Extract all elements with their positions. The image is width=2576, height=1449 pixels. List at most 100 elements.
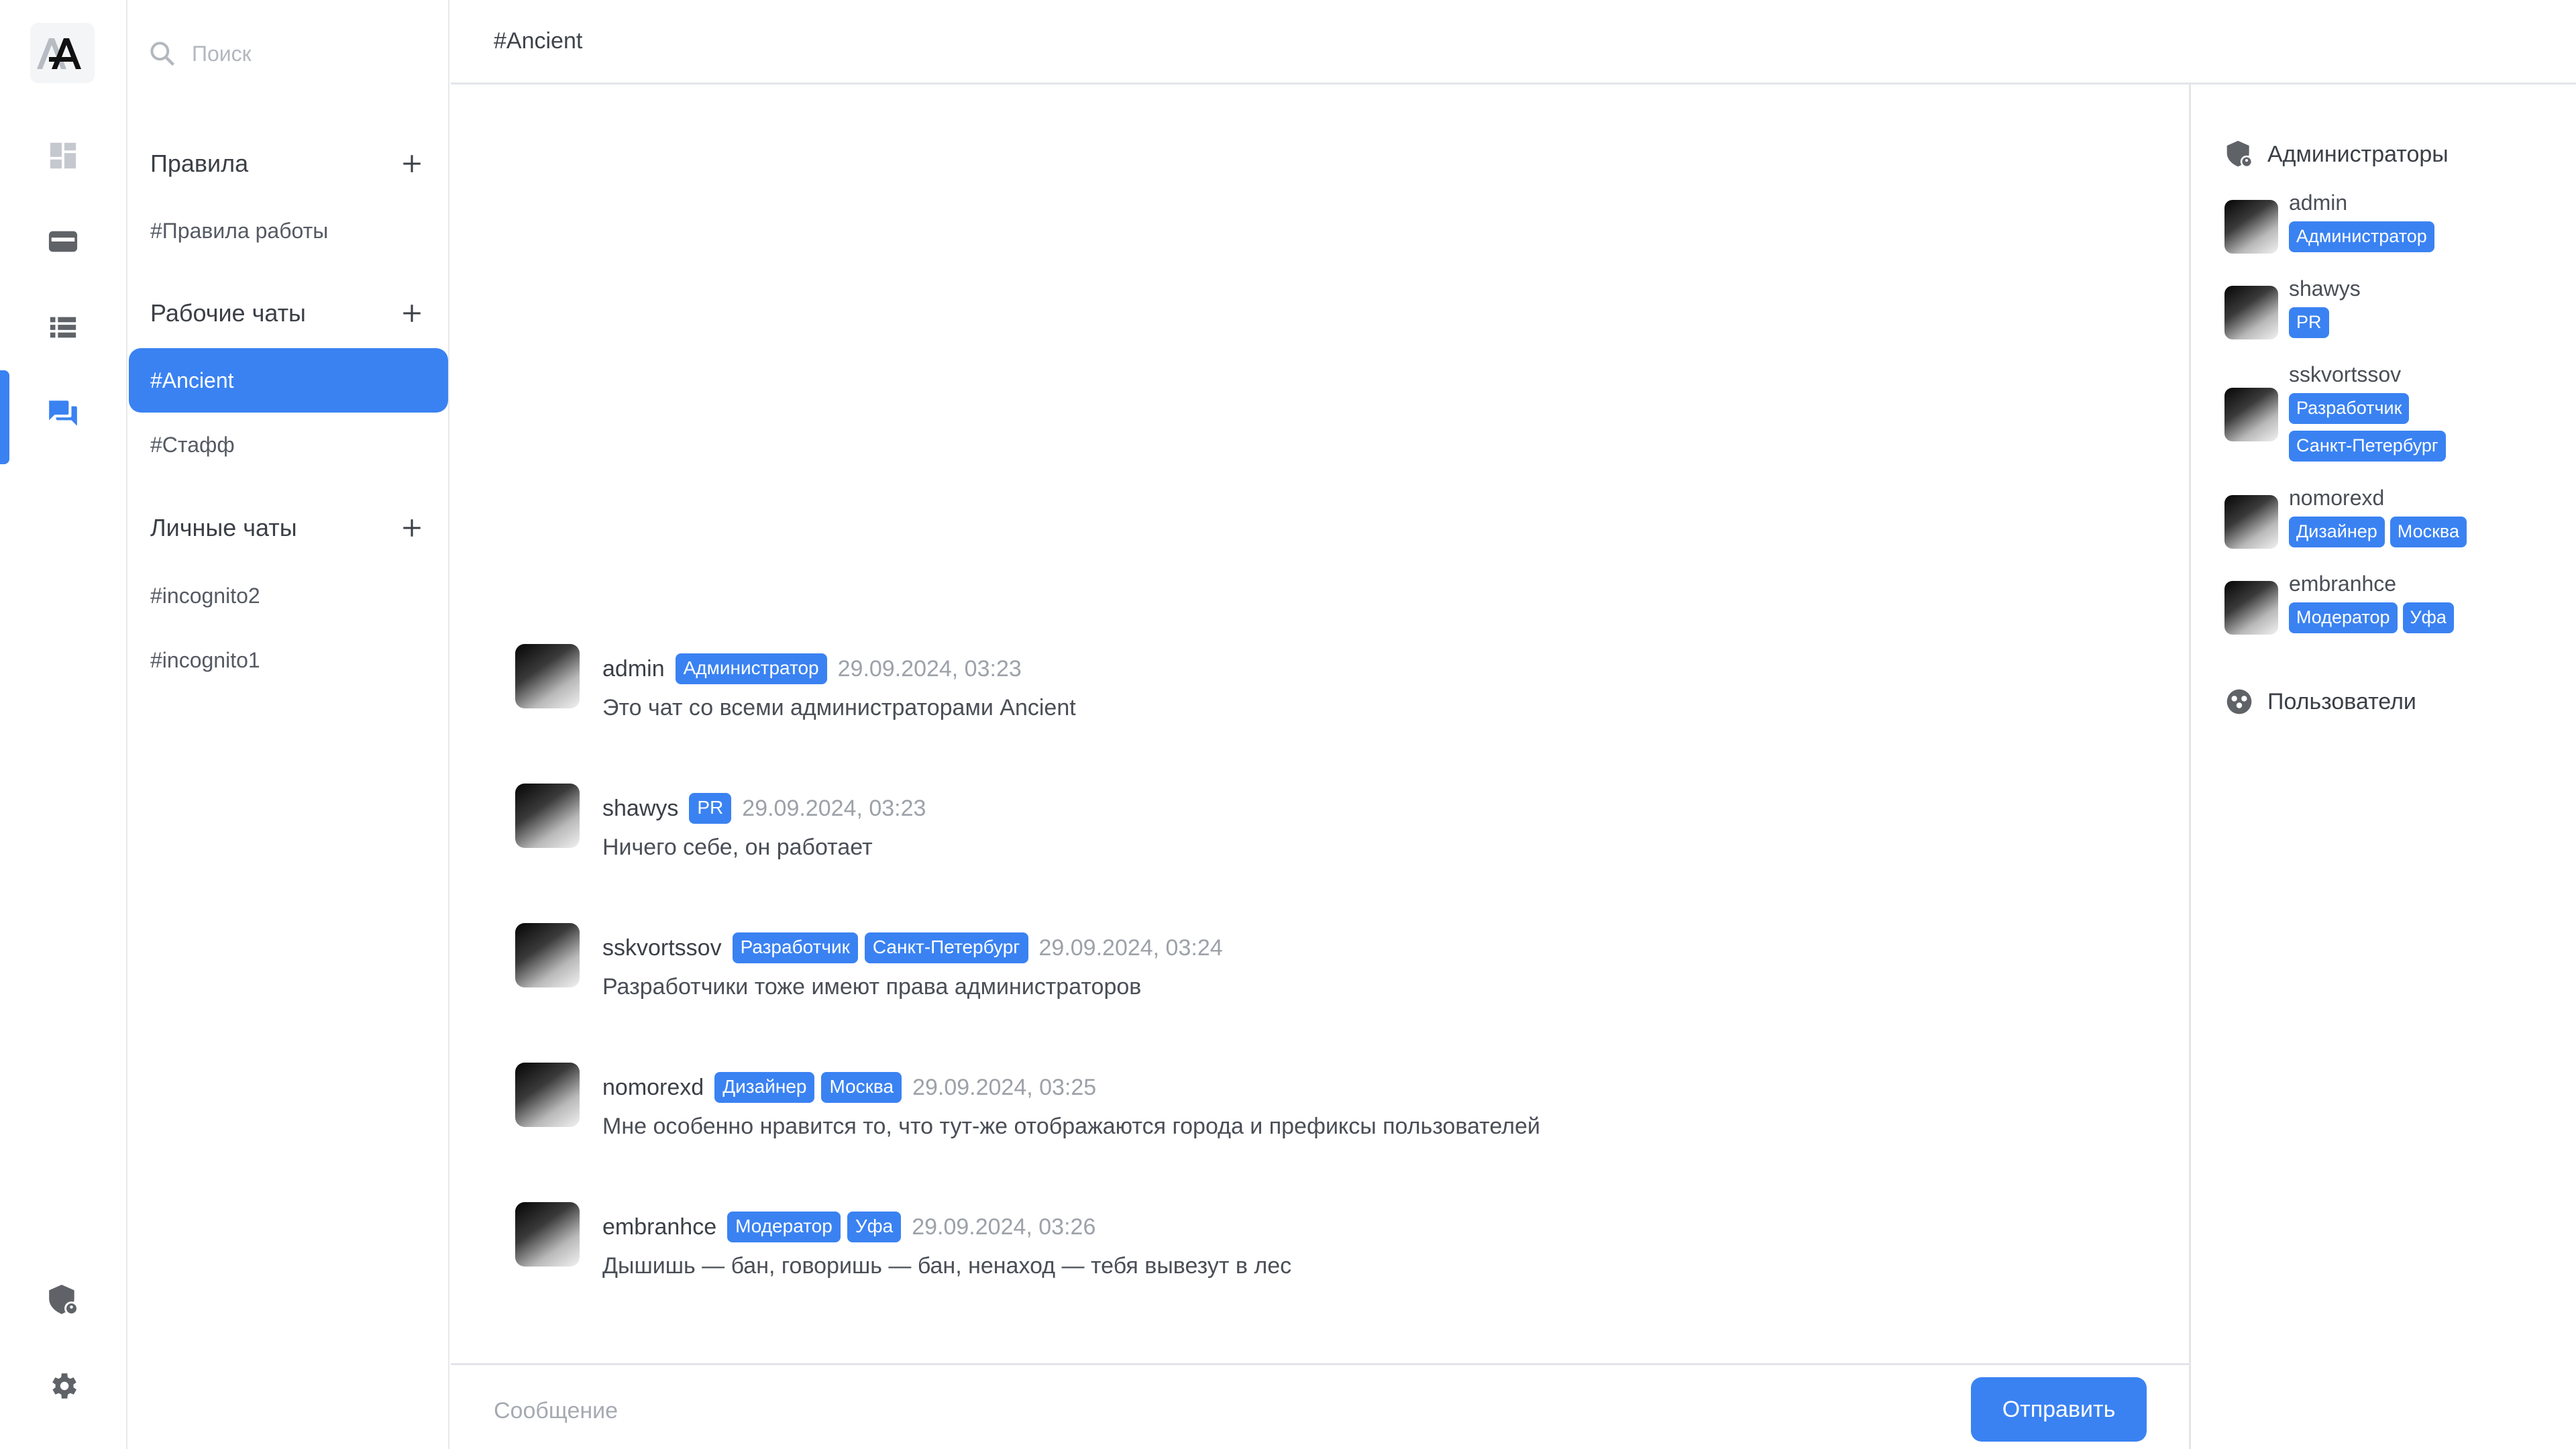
message-header: sskvortssov Разработчик Санкт-Петербург …: [602, 930, 1223, 966]
list-icon: [50, 317, 76, 338]
channel-item[interactable]: #Стафф: [129, 413, 448, 477]
plus-icon: [403, 305, 421, 322]
member-badges: Дизайнер Москва: [2289, 517, 2557, 547]
member-item[interactable]: admin Администратор: [2224, 191, 2560, 270]
city-badge: Уфа: [847, 1212, 902, 1242]
add-channel-button[interactable]: [392, 144, 432, 184]
member-item[interactable]: nomorexd Дизайнер Москва: [2224, 486, 2560, 565]
admin-shield-icon: [2226, 140, 2253, 168]
section-header-private-chats: Личные чаты: [150, 504, 432, 551]
role-badge: Администратор: [675, 653, 827, 684]
dashboard-nav-button[interactable]: [0, 113, 126, 199]
channel-item[interactable]: #incognito2: [129, 564, 448, 628]
section-header-work-chats: Рабочие чаты: [150, 290, 432, 337]
message-text: Ничего себе, он работает: [602, 835, 873, 860]
message-item: nomorexd Дизайнер Москва 29.09.2024, 03:…: [515, 1063, 2125, 1170]
gear-icon: [52, 1373, 76, 1399]
member-item[interactable]: embranhce Модератор Уфа: [2224, 572, 2560, 651]
users-title: Пользователи: [2267, 688, 2416, 714]
message-item: admin Администратор 29.09.2024, 03:23 Эт…: [515, 644, 2125, 751]
member-name: sskvortssov: [2289, 362, 2402, 386]
city-badge: Санкт-Петербург: [864, 932, 1028, 963]
section-title: Рабочие чаты: [150, 299, 306, 327]
app-root: Поиск Правила #Правила работы Рабочие ча…: [0, 0, 2576, 1449]
add-channel-button[interactable]: [392, 508, 432, 548]
admins-title: Администраторы: [2267, 141, 2449, 167]
member-name: nomorexd: [2289, 486, 2385, 510]
admin-shield-icon: [49, 1285, 78, 1316]
message-header: admin Администратор 29.09.2024, 03:23: [602, 651, 1022, 687]
logo-icon: [37, 38, 81, 69]
role-badge: Дизайнер: [714, 1072, 815, 1103]
member-item[interactable]: sskvortssov Разработчик Санкт-Петербург: [2224, 362, 2560, 478]
message-timestamp: 29.09.2024, 03:26: [912, 1214, 1096, 1240]
message-header: shawys PR 29.09.2024, 03:23: [602, 790, 926, 826]
users-group-icon: [2226, 689, 2252, 714]
message-text: Это чат со всеми администраторами Ancien…: [602, 695, 1076, 720]
channel-item-active[interactable]: #Ancient: [129, 348, 448, 413]
city-badge: Санкт-Петербург: [2289, 431, 2446, 462]
channel-sidebar: Поиск Правила #Правила работы Рабочие ча…: [127, 0, 449, 1449]
role-badge: Администратор: [2289, 221, 2434, 252]
admins-header: Администраторы: [2224, 134, 2449, 174]
app-logo[interactable]: [30, 23, 95, 83]
section-title: Правила: [150, 150, 249, 177]
message-username[interactable]: nomorexd: [602, 1075, 704, 1101]
plus-icon: [403, 519, 421, 537]
city-badge: Москва: [821, 1072, 902, 1103]
message-item: sskvortssov Разработчик Санкт-Петербург …: [515, 923, 2125, 1030]
message-header: nomorexd Дизайнер Москва 29.09.2024, 03:…: [602, 1069, 1096, 1106]
member-name: admin: [2289, 191, 2348, 215]
member-badges: PR: [2289, 307, 2557, 338]
avatar: [2224, 495, 2278, 549]
message-timestamp: 29.09.2024, 03:24: [1038, 934, 1223, 961]
channel-item[interactable]: #Правила работы: [129, 199, 448, 263]
message-username[interactable]: sskvortssov: [602, 935, 722, 961]
add-channel-button[interactable]: [392, 293, 432, 333]
chat-nav-button[interactable]: [0, 370, 126, 464]
message-composer: Отправить: [451, 1363, 2191, 1449]
dashboard-icon: [50, 142, 76, 169]
users-header[interactable]: Пользователи: [2224, 682, 2416, 722]
message-text: Дышишь — бан, говоришь — бан, ненаход — …: [602, 1253, 1292, 1279]
avatar[interactable]: [515, 784, 580, 848]
wallet-nav-button[interactable]: [0, 199, 126, 284]
message-username[interactable]: shawys: [602, 796, 678, 822]
wallet-icon: [48, 231, 78, 252]
avatar: [2224, 581, 2278, 635]
icon-rail: [0, 0, 127, 1449]
settings-nav-button[interactable]: [0, 1343, 126, 1429]
avatar[interactable]: [515, 1063, 580, 1127]
member-badges: Модератор Уфа: [2289, 602, 2557, 633]
message-username[interactable]: admin: [602, 656, 665, 682]
role-badge: Модератор: [727, 1212, 841, 1242]
section-header-rules: Правила: [150, 140, 432, 187]
message-list: admin Администратор 29.09.2024, 03:23 Эт…: [451, 85, 2191, 1363]
member-badges: Администратор: [2289, 221, 2557, 252]
role-badge: Разработчик: [2289, 393, 2410, 424]
role-badge: Дизайнер: [2289, 517, 2385, 547]
search-box[interactable]: Поиск: [148, 27, 429, 80]
member-name: shawys: [2289, 276, 2361, 301]
avatar[interactable]: [515, 923, 580, 987]
message-item: shawys PR 29.09.2024, 03:23 Ничего себе,…: [515, 784, 2125, 891]
message-input[interactable]: [492, 1379, 1968, 1443]
chat-icon: [49, 400, 77, 426]
channel-item[interactable]: #incognito1: [129, 628, 448, 692]
avatar[interactable]: [515, 644, 580, 708]
member-item[interactable]: shawys PR: [2224, 276, 2560, 356]
search-icon: [150, 42, 175, 66]
message-header: embranhce Модератор Уфа 29.09.2024, 03:2…: [602, 1209, 1095, 1245]
send-button[interactable]: Отправить: [1971, 1377, 2147, 1442]
avatar[interactable]: [515, 1202, 580, 1267]
section-title: Личные чаты: [150, 514, 297, 541]
admin-shield-nav-button[interactable]: [0, 1257, 126, 1343]
message-timestamp: 29.09.2024, 03:23: [837, 655, 1022, 682]
chat-title: #Ancient: [451, 0, 2576, 85]
message-text: Мне особенно нравится то, что тут-же ото…: [602, 1114, 1540, 1139]
member-name: embranhce: [2289, 572, 2397, 596]
avatar: [2224, 388, 2278, 441]
list-nav-button[interactable]: [0, 284, 126, 370]
message-username[interactable]: embranhce: [602, 1214, 716, 1240]
search-placeholder[interactable]: Поиск: [192, 42, 252, 66]
